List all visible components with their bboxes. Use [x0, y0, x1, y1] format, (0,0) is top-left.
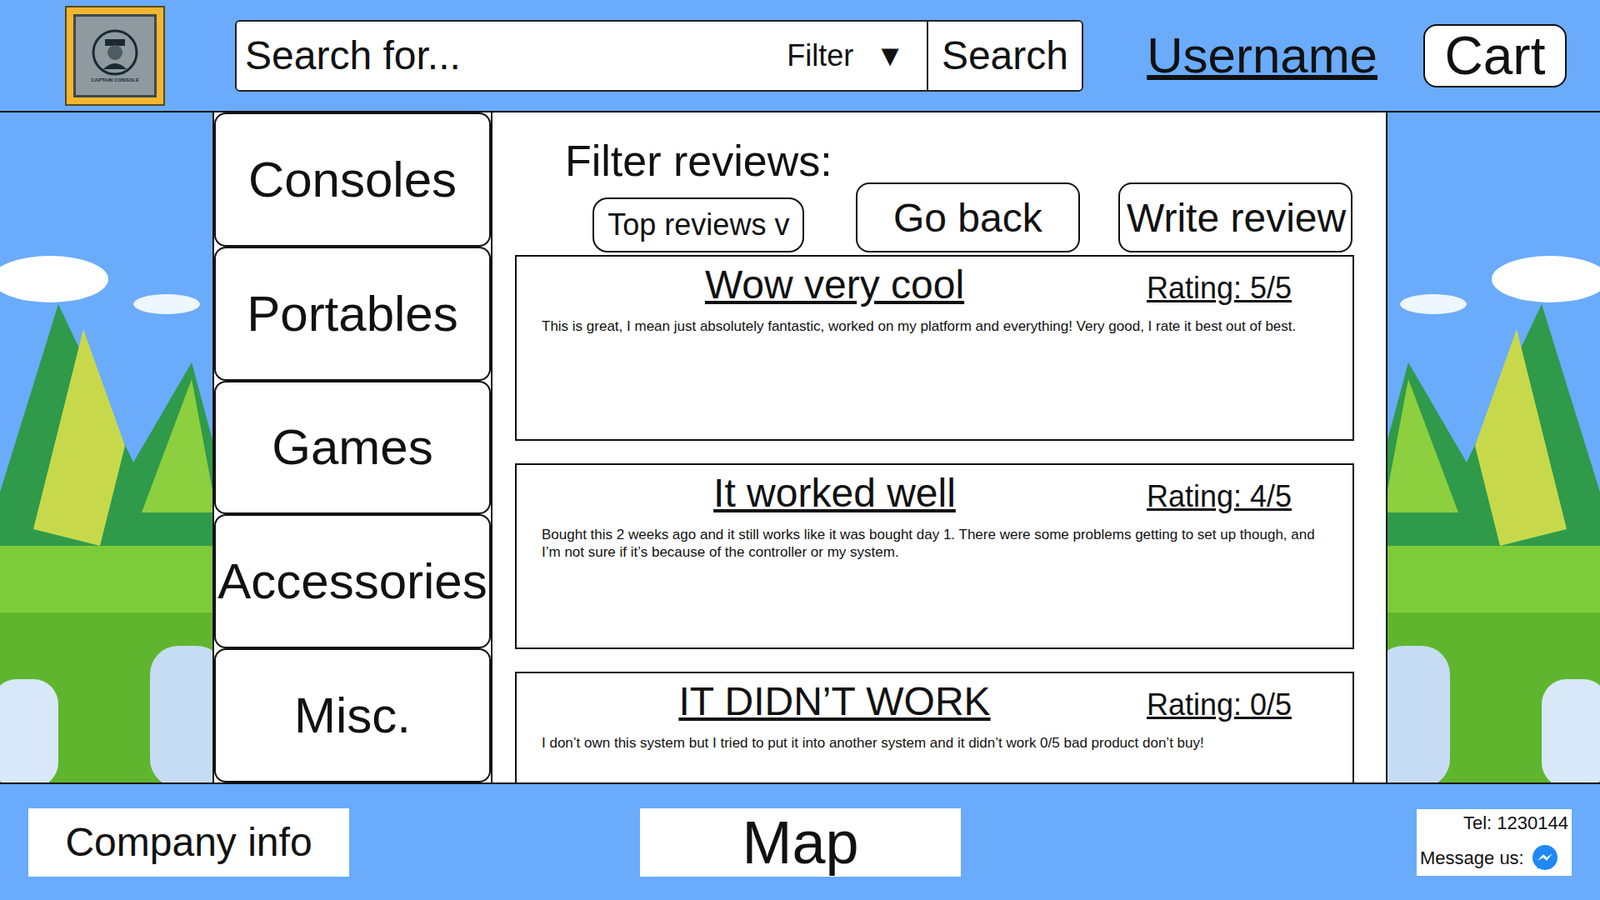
review-rating: Rating: 0/5: [1110, 687, 1328, 723]
review-body: I don’t own this system but I tried to p…: [541, 734, 1328, 752]
main: ConsolesPortablesGamesAccessoriesMisc.Fi…: [0, 112, 1600, 783]
go-back-button[interactable]: Go back: [855, 182, 1080, 253]
page: CAPTAIN CONSOLE Filter▼Search Username Cart…: [0, 0, 1600, 900]
search-input[interactable]: [236, 21, 779, 90]
review-rating: Rating: 5/5: [1110, 270, 1328, 306]
scenery-background: [0, 112, 213, 783]
logo[interactable]: CAPTAIN CONSOLE: [65, 5, 165, 106]
write-review-button[interactable]: Write review: [1118, 182, 1353, 253]
message-row[interactable]: Message us:: [1420, 844, 1569, 873]
sidebar-item[interactable]: Portables: [214, 246, 491, 381]
review-body: This is great, I mean just absolutely fa…: [541, 317, 1328, 335]
map-link[interactable]: Map: [640, 808, 961, 877]
dropdown-arrow-icon: ▼: [875, 38, 905, 74]
review-title: Wow very cool: [541, 261, 1111, 308]
review-title: It worked well: [541, 470, 1111, 516]
logo-caption: CAPTAIN CONSOLE: [90, 77, 140, 83]
review-title: IT DIDN’T WORK: [541, 678, 1111, 725]
sidebar-item[interactable]: Consoles: [214, 112, 491, 247]
sidebar-item[interactable]: Accessories: [214, 514, 491, 649]
logo-screen: CAPTAIN CONSOLE: [73, 14, 157, 98]
captain-icon: [91, 29, 139, 76]
footer: Company info Map Tel: 1230144 Message us:: [0, 782, 1600, 900]
review-card: IT DIDN’T WORKRating: 0/5 I don’t own thi…: [515, 671, 1355, 783]
cart-button[interactable]: Cart: [1423, 24, 1567, 88]
search-bar: Filter▼Search: [235, 20, 1084, 92]
review-card: It worked wellRating: 4/5 Bought this 2 w…: [515, 463, 1355, 650]
sidebar-item[interactable]: Games: [214, 380, 491, 515]
phone-number: Tel: 1230144: [1420, 812, 1569, 835]
reviews-panel: Filter reviews: Top reviews v Go back Write…: [492, 112, 1388, 783]
company-info-link[interactable]: Company info: [28, 808, 350, 877]
messenger-icon[interactable]: [1530, 844, 1560, 873]
filter-label: Filter reviews:: [565, 135, 833, 186]
filter-group: Filter reviews: Top reviews v: [515, 135, 833, 253]
scenery-background: [1387, 112, 1600, 783]
username-link[interactable]: Username: [1146, 26, 1378, 85]
sidebar-item[interactable]: Misc.: [214, 648, 491, 783]
review-card: Wow very coolRating: 5/5 This is great, I…: [515, 255, 1355, 441]
header: CAPTAIN CONSOLE Filter▼Search Username Cart: [0, 0, 1600, 113]
filter-select[interactable]: Filter▼: [778, 21, 927, 90]
review-rating: Rating: 4/5: [1110, 479, 1328, 515]
search-button[interactable]: Search: [926, 21, 1082, 90]
sort-dropdown[interactable]: Top reviews v: [592, 197, 805, 253]
contact-box: Tel: 1230144 Message us:: [1416, 809, 1572, 876]
sidebar: ConsolesPortablesGamesAccessoriesMisc.: [212, 112, 493, 783]
review-body: Bought this 2 weeks ago and it still wor…: [541, 525, 1328, 562]
review-list: Wow very coolRating: 5/5 This is great, I…: [515, 255, 1353, 783]
